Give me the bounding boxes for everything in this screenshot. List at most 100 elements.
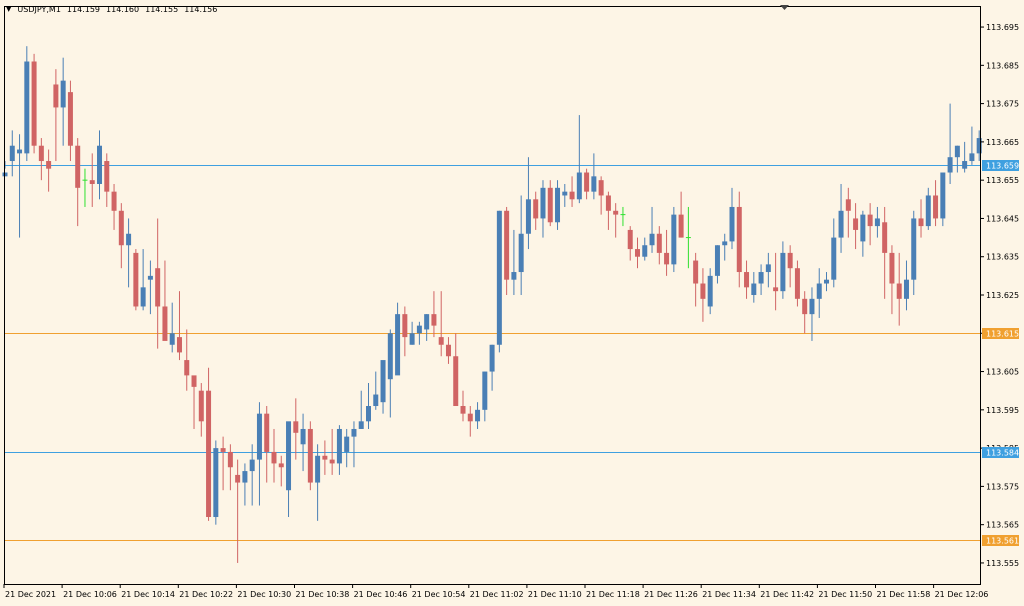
candle[interactable] bbox=[860, 210, 866, 257]
candle[interactable] bbox=[475, 402, 481, 429]
candle[interactable] bbox=[809, 287, 815, 341]
candle[interactable] bbox=[751, 272, 757, 303]
candle[interactable] bbox=[126, 218, 132, 288]
candle[interactable] bbox=[453, 333, 459, 407]
candle[interactable] bbox=[831, 218, 837, 288]
candle[interactable] bbox=[155, 218, 161, 349]
candle[interactable] bbox=[918, 199, 924, 238]
candle[interactable] bbox=[525, 157, 531, 250]
candle[interactable] bbox=[802, 291, 808, 334]
candle[interactable] bbox=[562, 183, 568, 207]
candle[interactable] bbox=[140, 249, 146, 311]
candle[interactable] bbox=[249, 444, 255, 506]
candle[interactable] bbox=[787, 245, 793, 288]
chart-window[interactable]: 113.695 113.685 113.675 113.665 113.655 113.6… bbox=[0, 0, 1024, 606]
candle[interactable] bbox=[198, 383, 204, 437]
candle[interactable] bbox=[322, 440, 328, 475]
candle[interactable] bbox=[67, 80, 73, 162]
candle[interactable] bbox=[758, 264, 764, 295]
candle[interactable] bbox=[569, 176, 575, 207]
candle[interactable] bbox=[133, 249, 139, 311]
candle[interactable] bbox=[256, 402, 262, 506]
candle[interactable] bbox=[380, 360, 386, 414]
candle[interactable] bbox=[445, 337, 451, 364]
candle[interactable] bbox=[111, 183, 117, 230]
candle[interactable] bbox=[147, 260, 153, 315]
candle[interactable] bbox=[31, 53, 37, 154]
candle[interactable] bbox=[773, 252, 779, 311]
candle[interactable] bbox=[874, 206, 880, 238]
candle[interactable] bbox=[911, 210, 917, 295]
candle[interactable] bbox=[17, 134, 23, 238]
candle[interactable] bbox=[896, 252, 902, 326]
candle[interactable] bbox=[496, 210, 502, 353]
candle[interactable] bbox=[969, 126, 975, 165]
candle[interactable] bbox=[409, 321, 415, 345]
candle[interactable] bbox=[678, 191, 684, 238]
candle[interactable] bbox=[373, 371, 379, 410]
candle[interactable] bbox=[591, 153, 597, 200]
candle[interactable] bbox=[722, 233, 728, 261]
candle[interactable] bbox=[53, 69, 59, 162]
candle[interactable] bbox=[293, 398, 299, 460]
candle[interactable] bbox=[518, 195, 524, 295]
candle[interactable] bbox=[824, 272, 830, 292]
candle[interactable] bbox=[954, 145, 960, 173]
candle[interactable] bbox=[366, 383, 371, 429]
candle[interactable] bbox=[220, 436, 226, 491]
candle[interactable] bbox=[358, 390, 364, 429]
candle[interactable] bbox=[744, 260, 750, 299]
candle[interactable] bbox=[460, 390, 466, 422]
candle[interactable] bbox=[794, 260, 800, 307]
candle[interactable] bbox=[867, 203, 873, 246]
candle[interactable] bbox=[118, 203, 124, 269]
candle[interactable] bbox=[664, 229, 670, 276]
candle[interactable] bbox=[613, 203, 619, 238]
candle[interactable] bbox=[489, 344, 495, 391]
candle[interactable] bbox=[540, 180, 546, 238]
candle[interactable] bbox=[46, 149, 52, 192]
candle[interactable] bbox=[729, 187, 735, 250]
candle[interactable] bbox=[853, 203, 859, 250]
chart-shift-marker-icon[interactable] bbox=[780, 5, 789, 10]
candle[interactable] bbox=[736, 191, 742, 288]
candle[interactable] bbox=[649, 206, 655, 253]
candle[interactable] bbox=[191, 375, 197, 429]
candle[interactable] bbox=[816, 268, 822, 318]
candle[interactable] bbox=[467, 406, 473, 437]
candle[interactable] bbox=[504, 206, 510, 295]
candle[interactable] bbox=[780, 241, 786, 299]
candle[interactable] bbox=[933, 180, 939, 227]
candle[interactable] bbox=[671, 206, 677, 273]
candle[interactable] bbox=[271, 428, 277, 483]
candle[interactable] bbox=[307, 421, 313, 491]
candle[interactable] bbox=[24, 46, 30, 162]
candle[interactable] bbox=[351, 421, 357, 468]
candle[interactable] bbox=[184, 329, 190, 391]
candle[interactable] bbox=[97, 130, 103, 200]
candle[interactable] bbox=[533, 191, 539, 230]
candle[interactable] bbox=[278, 455, 284, 487]
candle[interactable] bbox=[395, 302, 401, 376]
candle[interactable] bbox=[213, 440, 219, 525]
candle[interactable] bbox=[104, 153, 110, 207]
candle[interactable] bbox=[576, 115, 582, 204]
candle[interactable] bbox=[707, 268, 713, 315]
candle[interactable] bbox=[264, 406, 270, 483]
candle[interactable] bbox=[605, 191, 611, 230]
candle[interactable] bbox=[75, 138, 81, 227]
candle[interactable] bbox=[598, 176, 604, 215]
candle[interactable] bbox=[845, 187, 851, 238]
candle[interactable] bbox=[424, 314, 430, 341]
candle[interactable] bbox=[9, 130, 15, 177]
candle[interactable] bbox=[962, 141, 968, 173]
candle[interactable] bbox=[693, 252, 699, 307]
candle[interactable] bbox=[511, 229, 517, 295]
candle[interactable] bbox=[82, 168, 88, 207]
candle[interactable] bbox=[38, 138, 44, 181]
candle[interactable] bbox=[838, 183, 844, 253]
candle[interactable] bbox=[336, 425, 342, 475]
candle[interactable] bbox=[547, 180, 553, 227]
title-dropdown-icon[interactable]: ▼ bbox=[6, 6, 11, 13]
candle[interactable] bbox=[60, 57, 66, 146]
